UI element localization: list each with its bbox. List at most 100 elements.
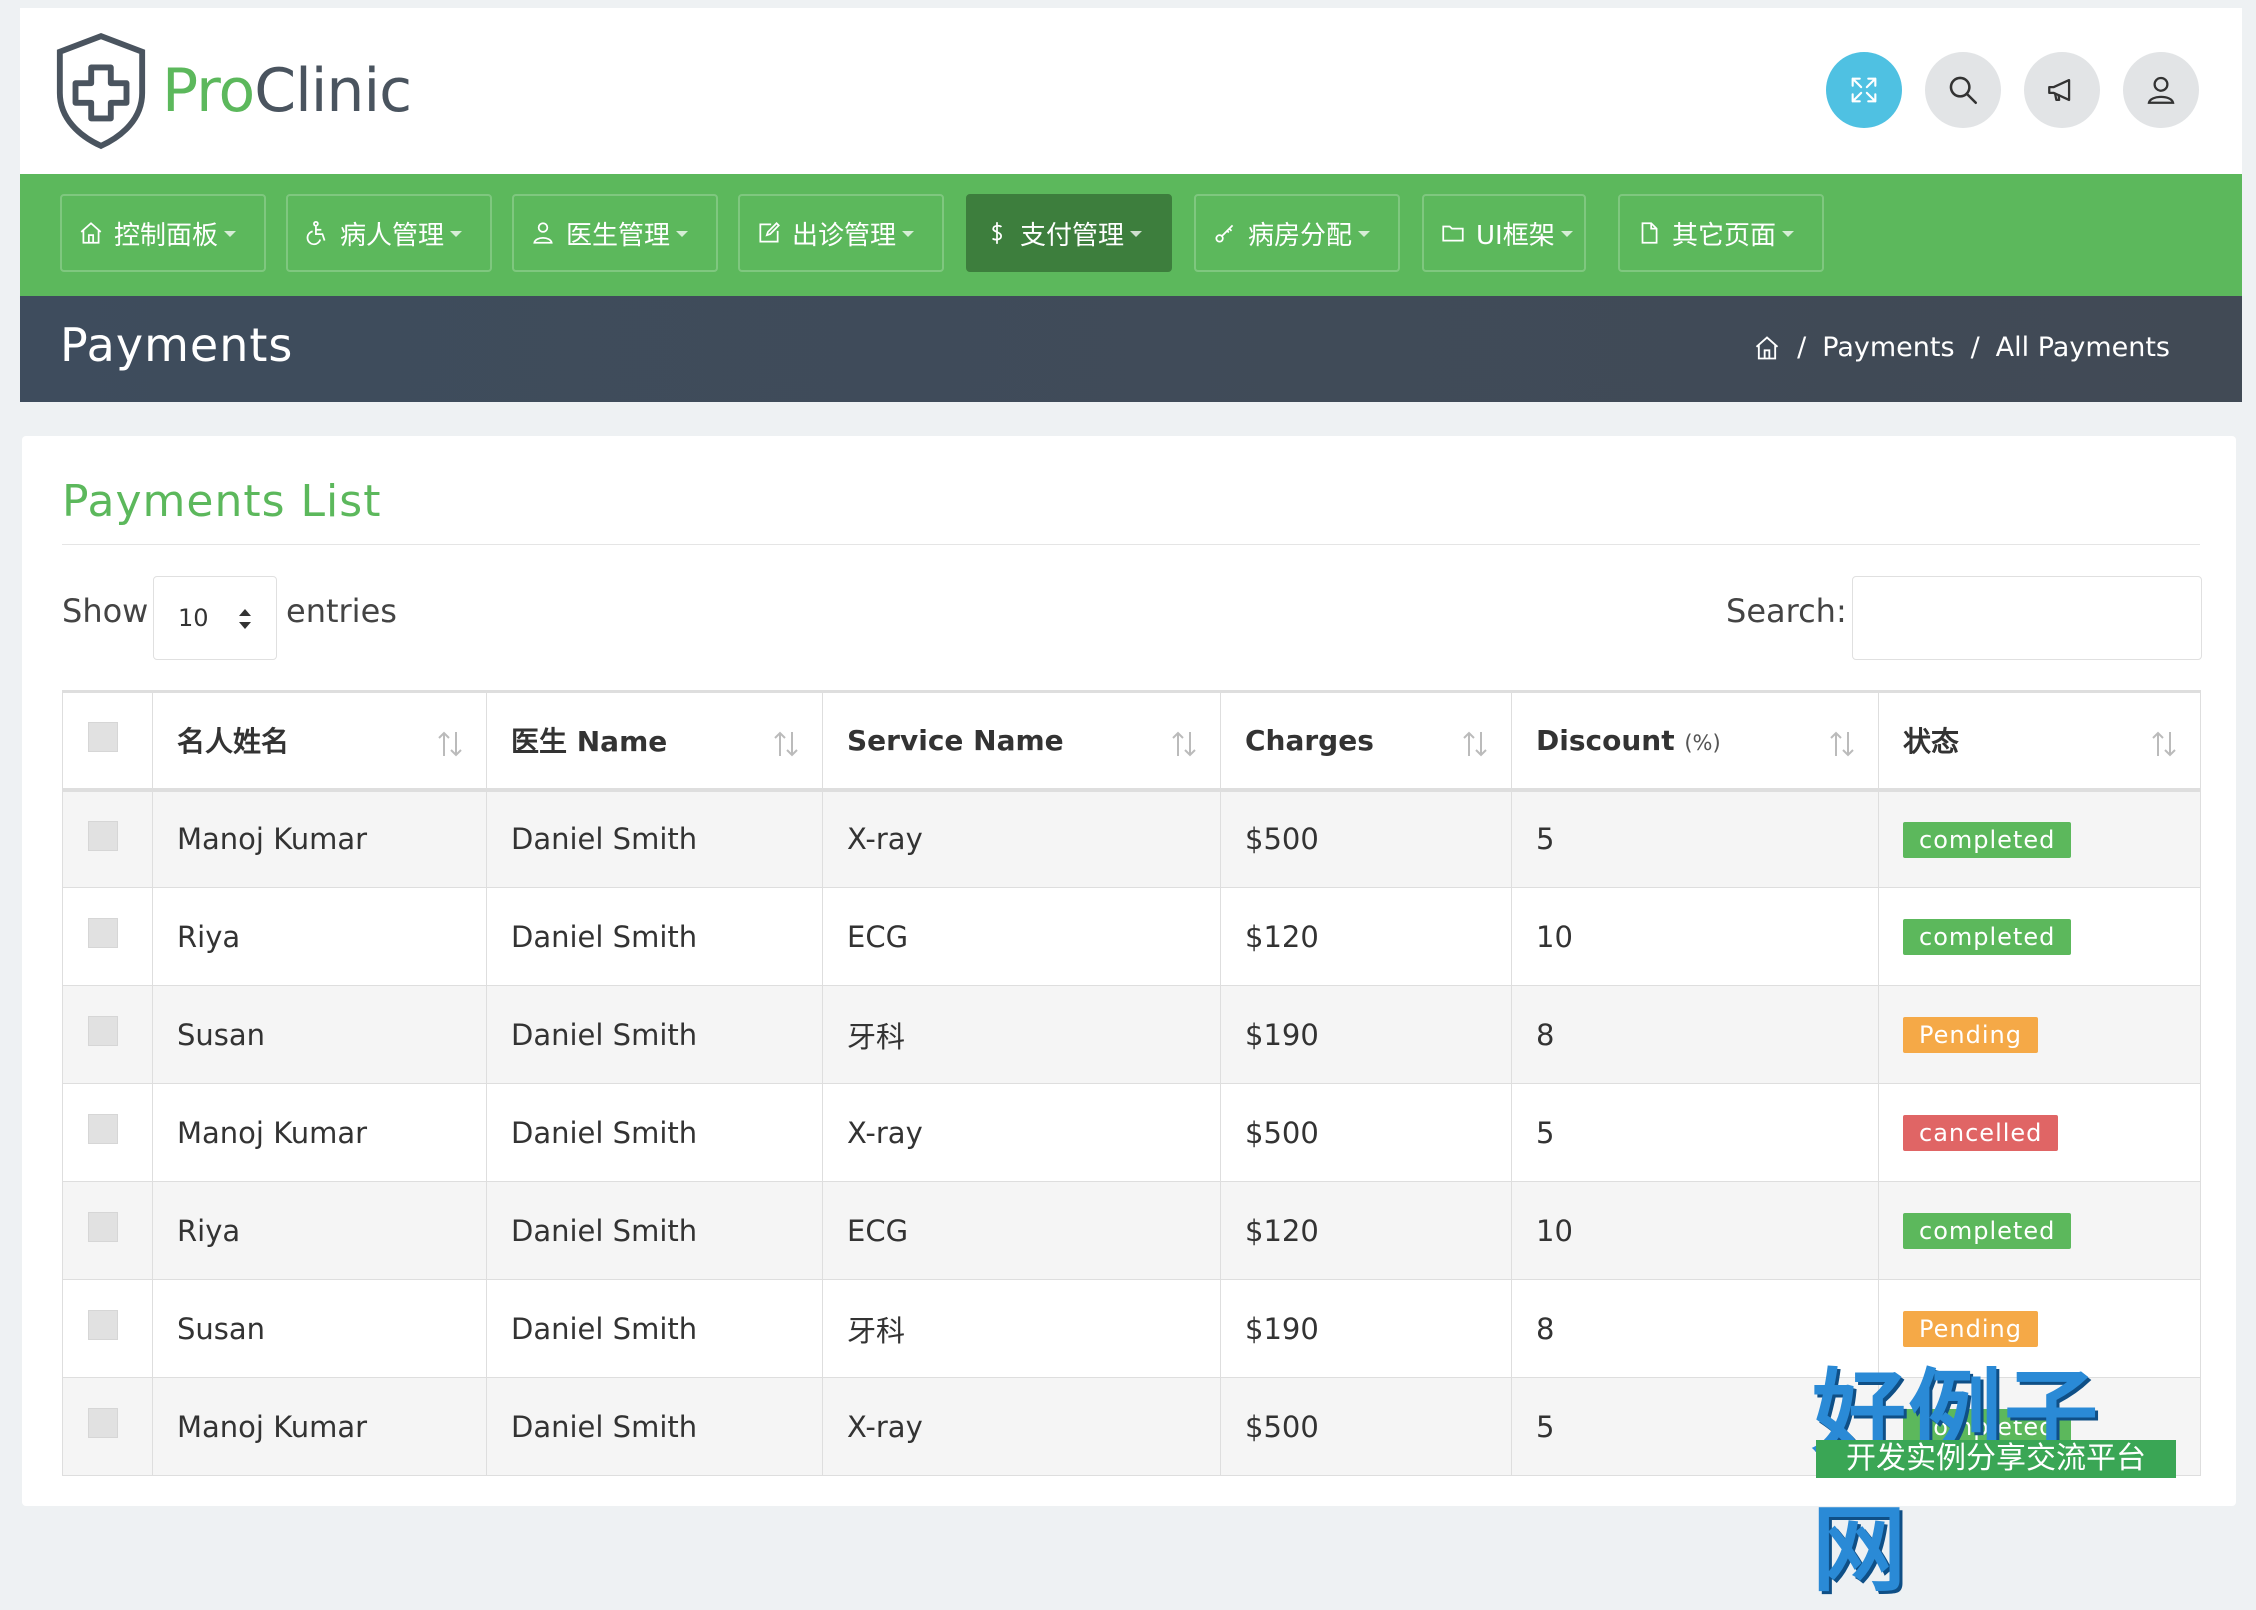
cell-patient: Riya [152, 1181, 487, 1280]
row-checkbox[interactable] [88, 1016, 118, 1046]
table-row: Susan Daniel Smith 牙科 $190 8 Pending [62, 985, 2201, 1084]
home-icon[interactable] [1753, 334, 1781, 362]
card-title: Payments List [62, 476, 382, 527]
key-icon [1215, 224, 1234, 243]
row-checkbox[interactable] [88, 1310, 118, 1340]
row-select-cell [62, 789, 153, 888]
row-checkbox[interactable] [88, 1408, 118, 1438]
fullscreen-button[interactable] [1826, 52, 1902, 128]
cell-doctor: Daniel Smith [486, 1279, 823, 1378]
nav-other-pages[interactable]: 其它页面 [1618, 194, 1824, 272]
row-select-cell [62, 1083, 153, 1182]
cell-patient: Susan [152, 1279, 487, 1378]
cell-status: completed [1878, 789, 2201, 888]
row-select-cell [62, 887, 153, 986]
cell-discount: 5 [1511, 789, 1879, 888]
watermark-logo: 好例子网 开发实例分享交流平台 [1812, 1338, 2184, 1605]
select-arrows-icon [239, 609, 251, 629]
table-header-row: 名人姓名 医生 Name Service Name Charges Discou… [62, 690, 2201, 792]
main-navbar: 控制面板 病人管理 医生管理 出诊管理 支付管理 病房分配 UI框架 其它页面 [20, 174, 2242, 296]
dollar-icon [991, 222, 1003, 244]
cell-service: X-ray [822, 1083, 1221, 1182]
column-header-service[interactable]: Service Name [822, 690, 1221, 792]
nav-appointments[interactable]: 出诊管理 [738, 194, 944, 272]
column-header-label: Discount [1536, 723, 1675, 757]
edit-icon [759, 222, 780, 243]
row-checkbox[interactable] [88, 1212, 118, 1242]
select-all-header [62, 690, 153, 792]
row-select-cell [62, 1377, 153, 1476]
nav-dashboard-label: 控制面板 [114, 220, 219, 251]
brand-name-clinic: Clinic [254, 56, 412, 126]
nav-doctors[interactable]: 医生管理 [512, 194, 718, 272]
row-select-cell [62, 1181, 153, 1280]
cell-charges: $120 [1220, 1181, 1512, 1280]
column-header-patient[interactable]: 名人姓名 [152, 690, 487, 792]
sort-icon [2152, 731, 2176, 757]
cell-patient: Susan [152, 985, 487, 1084]
cell-patient: Manoj Kumar [152, 1083, 487, 1182]
nav-other-pages-label: 其它页面 [1672, 220, 1777, 251]
status-badge: completed [1903, 821, 2072, 858]
search-input[interactable] [1852, 576, 2202, 660]
cell-discount: 5 [1511, 1083, 1879, 1182]
cell-service: 牙科 [822, 985, 1221, 1084]
cell-status: completed [1878, 887, 2201, 986]
column-header-label: 医生 Name [511, 725, 668, 759]
notifications-button[interactable] [2024, 52, 2100, 128]
nav-room-allotment[interactable]: 病房分配 [1194, 194, 1400, 272]
sort-icon [1830, 731, 1854, 757]
row-checkbox[interactable] [88, 1114, 118, 1144]
divider [62, 544, 2200, 545]
brand-logo[interactable]: ProClinic [52, 32, 412, 150]
user-icon [2147, 76, 2175, 104]
cell-charges: $500 [1220, 1377, 1512, 1476]
nav-dashboard[interactable]: 控制面板 [60, 194, 266, 272]
cell-discount: 10 [1511, 1181, 1879, 1280]
table-row: Manoj Kumar Daniel Smith X-ray $500 5 cancell… [62, 1083, 2201, 1182]
entries-select[interactable]: 10 [153, 576, 277, 660]
cell-service: X-ray [822, 1377, 1221, 1476]
nav-ui-framework-label: UI框架 [1476, 220, 1555, 251]
sort-icon [774, 731, 798, 757]
nav-appointments-label: 出诊管理 [792, 220, 897, 251]
search-label: Search: [1726, 592, 1847, 630]
cell-patient: Riya [152, 887, 487, 986]
sort-icon [438, 731, 462, 757]
status-badge: Pending [1903, 1017, 2038, 1053]
cell-discount: 10 [1511, 887, 1879, 986]
row-checkbox[interactable] [88, 820, 118, 851]
user-profile-button[interactable] [2123, 52, 2199, 128]
breadcrumb-payments[interactable]: Payments [1822, 332, 1954, 363]
cell-status: cancelled [1878, 1083, 2201, 1182]
search-button[interactable] [1925, 52, 2001, 128]
cell-status: completed [1878, 1181, 2201, 1280]
column-header-discount[interactable]: Discount (%) [1511, 690, 1879, 792]
column-header-charges[interactable]: Charges [1220, 690, 1512, 792]
column-header-status[interactable]: 状态 [1878, 690, 2201, 792]
table-row: Manoj Kumar Daniel Smith X-ray $500 5 complet… [62, 789, 2201, 888]
cell-doctor: Daniel Smith [486, 1181, 823, 1280]
cell-doctor: Daniel Smith [486, 1083, 823, 1182]
nav-ui-framework[interactable]: UI框架 [1422, 194, 1586, 272]
cell-charges: $190 [1220, 985, 1512, 1084]
row-checkbox[interactable] [88, 918, 118, 948]
show-label: Show [62, 592, 149, 630]
column-header-label: 名人姓名 [177, 725, 290, 759]
select-all-checkbox[interactable] [88, 721, 118, 752]
discount-unit: (%) [1684, 730, 1721, 755]
file-icon [1641, 222, 1658, 244]
page-title: Payments [60, 318, 294, 372]
cell-doctor: Daniel Smith [486, 1377, 823, 1476]
row-select-cell [62, 1279, 153, 1378]
nav-room-allotment-label: 病房分配 [1248, 220, 1353, 251]
nav-payments-label: 支付管理 [1020, 220, 1125, 251]
wheelchair-icon [306, 220, 326, 246]
column-header-doctor[interactable]: 医生 Name [486, 690, 823, 792]
nav-patients[interactable]: 病人管理 [286, 194, 492, 272]
cell-doctor: Daniel Smith [486, 985, 823, 1084]
cell-status: Pending [1878, 985, 2201, 1084]
column-header-label: Charges [1245, 723, 1374, 757]
entries-select-value: 10 [178, 604, 209, 632]
nav-payments[interactable]: 支付管理 [966, 194, 1172, 272]
